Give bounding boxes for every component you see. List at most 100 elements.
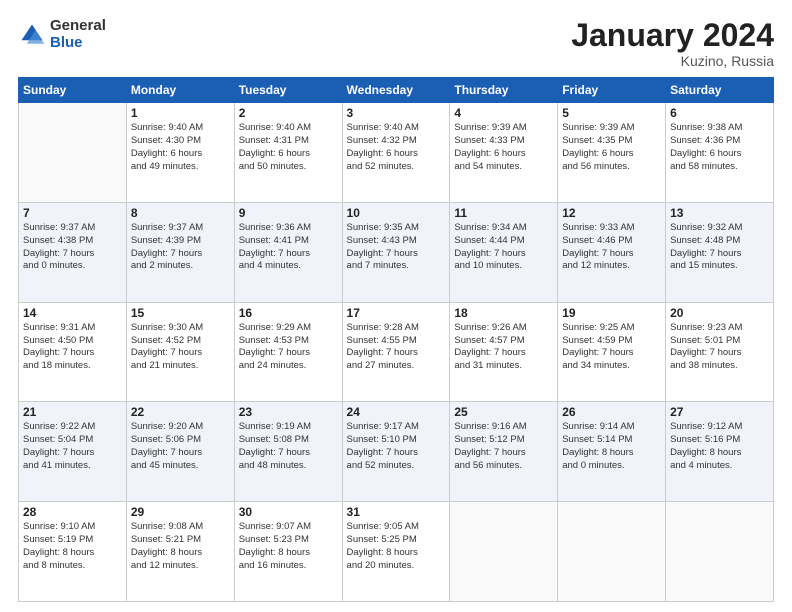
location: Kuzino, Russia (571, 53, 774, 69)
calendar-week-row: 7 Sunrise: 9:37 AM Sunset: 4:38 PM Daylig… (19, 202, 774, 302)
table-row (19, 103, 127, 203)
day-number: 24 (347, 405, 446, 419)
table-row: 19Sunrise: 9:25 AM Sunset: 4:59 PM Dayli… (558, 302, 666, 402)
table-row: 29Sunrise: 9:08 AM Sunset: 5:21 PM Dayli… (126, 502, 234, 602)
day-info: Sunrise: 9:39 AM Sunset: 4:35 PM Dayligh… (562, 122, 661, 173)
month-title: January 2024 (571, 18, 774, 53)
table-row: 10Sunrise: 9:35 AM Sunset: 4:43 PM Dayli… (342, 202, 450, 302)
day-number: 26 (562, 405, 661, 419)
table-row: 21 Sunrise: 9:22 AM Sunset: 5:04 PM Dayli… (19, 402, 127, 502)
table-row: 27 Sunrise: 9:12 AM Sunset: 5:16 PM Dayli… (666, 402, 774, 502)
day-info: Sunrise: 9:14 AM Sunset: 5:14 PM Dayligh… (562, 421, 661, 472)
table-row (666, 502, 774, 602)
table-row: 8Sunrise: 9:37 AM Sunset: 4:39 PM Daylig… (126, 202, 234, 302)
day-number: 30 (239, 505, 338, 519)
header-friday: Friday (558, 78, 666, 103)
day-info: Sunrise: 9:23 AM Sunset: 5:01 PM Dayligh… (670, 322, 769, 373)
day-info: Sunrise: 9:07 AM Sunset: 5:23 PM Dayligh… (239, 521, 338, 572)
day-number: 12 (562, 206, 661, 220)
header-monday: Monday (126, 78, 234, 103)
table-row: 17 Sunrise: 9:28 AM Sunset: 4:55 PM Dayli… (342, 302, 450, 402)
logo: General Blue (18, 18, 106, 51)
table-row: 15Sunrise: 9:30 AM Sunset: 4:52 PM Dayli… (126, 302, 234, 402)
day-info: Sunrise: 9:29 AM Sunset: 4:53 PM Dayligh… (239, 322, 338, 373)
day-info: Sunrise: 9:28 AM Sunset: 4:55 PM Dayligh… (347, 322, 446, 373)
day-number: 9 (239, 206, 338, 220)
day-number: 3 (347, 106, 446, 120)
day-info: Sunrise: 9:12 AM Sunset: 5:16 PM Dayligh… (670, 421, 769, 472)
day-info: Sunrise: 9:34 AM Sunset: 4:44 PM Dayligh… (454, 222, 553, 273)
table-row: 26 Sunrise: 9:14 AM Sunset: 5:14 PM Dayli… (558, 402, 666, 502)
weekday-header-row: Sunday Monday Tuesday Wednesday Thursday… (19, 78, 774, 103)
table-row: 2 Sunrise: 9:40 AM Sunset: 4:31 PM Daylig… (234, 103, 342, 203)
calendar-week-row: 14 Sunrise: 9:31 AM Sunset: 4:50 PM Dayli… (19, 302, 774, 402)
day-number: 1 (131, 106, 230, 120)
table-row: 5Sunrise: 9:39 AM Sunset: 4:35 PM Daylig… (558, 103, 666, 203)
day-number: 18 (454, 306, 553, 320)
table-row: 23Sunrise: 9:19 AM Sunset: 5:08 PM Dayli… (234, 402, 342, 502)
day-number: 4 (454, 106, 553, 120)
header-wednesday: Wednesday (342, 78, 450, 103)
day-info: Sunrise: 9:40 AM Sunset: 4:32 PM Dayligh… (347, 122, 446, 173)
day-number: 11 (454, 206, 553, 220)
table-row: 7 Sunrise: 9:37 AM Sunset: 4:38 PM Daylig… (19, 202, 127, 302)
day-number: 13 (670, 206, 769, 220)
day-info: Sunrise: 9:40 AM Sunset: 4:31 PM Dayligh… (239, 122, 338, 173)
title-block: January 2024 Kuzino, Russia (571, 18, 774, 69)
page: General Blue January 2024 Kuzino, Russia… (0, 0, 792, 612)
calendar: Sunday Monday Tuesday Wednesday Thursday… (18, 77, 774, 602)
day-info: Sunrise: 9:26 AM Sunset: 4:57 PM Dayligh… (454, 322, 553, 373)
day-info: Sunrise: 9:05 AM Sunset: 5:25 PM Dayligh… (347, 521, 446, 572)
table-row: 20 Sunrise: 9:23 AM Sunset: 5:01 PM Dayli… (666, 302, 774, 402)
table-row: 9 Sunrise: 9:36 AM Sunset: 4:41 PM Daylig… (234, 202, 342, 302)
day-number: 27 (670, 405, 769, 419)
table-row: 11 Sunrise: 9:34 AM Sunset: 4:44 PM Dayli… (450, 202, 558, 302)
calendar-week-row: 28 Sunrise: 9:10 AM Sunset: 5:19 PM Dayli… (19, 502, 774, 602)
day-info: Sunrise: 9:40 AM Sunset: 4:30 PM Dayligh… (131, 122, 230, 173)
day-number: 15 (131, 306, 230, 320)
day-number: 25 (454, 405, 553, 419)
day-number: 16 (239, 306, 338, 320)
calendar-week-row: 21 Sunrise: 9:22 AM Sunset: 5:04 PM Dayli… (19, 402, 774, 502)
table-row: 22Sunrise: 9:20 AM Sunset: 5:06 PM Dayli… (126, 402, 234, 502)
day-info: Sunrise: 9:32 AM Sunset: 4:48 PM Dayligh… (670, 222, 769, 273)
day-info: Sunrise: 9:33 AM Sunset: 4:46 PM Dayligh… (562, 222, 661, 273)
calendar-week-row: 1 Sunrise: 9:40 AM Sunset: 4:30 PM Daylig… (19, 103, 774, 203)
day-info: Sunrise: 9:37 AM Sunset: 4:39 PM Dayligh… (131, 222, 230, 273)
table-row: 16 Sunrise: 9:29 AM Sunset: 4:53 PM Dayli… (234, 302, 342, 402)
day-info: Sunrise: 9:37 AM Sunset: 4:38 PM Dayligh… (23, 222, 122, 273)
day-info: Sunrise: 9:36 AM Sunset: 4:41 PM Dayligh… (239, 222, 338, 273)
day-number: 31 (347, 505, 446, 519)
day-info: Sunrise: 9:22 AM Sunset: 5:04 PM Dayligh… (23, 421, 122, 472)
table-row: 4 Sunrise: 9:39 AM Sunset: 4:33 PM Daylig… (450, 103, 558, 203)
day-number: 17 (347, 306, 446, 320)
day-info: Sunrise: 9:31 AM Sunset: 4:50 PM Dayligh… (23, 322, 122, 373)
header-sunday: Sunday (19, 78, 127, 103)
day-info: Sunrise: 9:10 AM Sunset: 5:19 PM Dayligh… (23, 521, 122, 572)
day-info: Sunrise: 9:35 AM Sunset: 4:43 PM Dayligh… (347, 222, 446, 273)
table-row: 1 Sunrise: 9:40 AM Sunset: 4:30 PM Daylig… (126, 103, 234, 203)
table-row: 25 Sunrise: 9:16 AM Sunset: 5:12 PM Dayli… (450, 402, 558, 502)
day-info: Sunrise: 9:39 AM Sunset: 4:33 PM Dayligh… (454, 122, 553, 173)
day-info: Sunrise: 9:38 AM Sunset: 4:36 PM Dayligh… (670, 122, 769, 173)
day-number: 23 (239, 405, 338, 419)
table-row: 13 Sunrise: 9:32 AM Sunset: 4:48 PM Dayli… (666, 202, 774, 302)
table-row: 12 Sunrise: 9:33 AM Sunset: 4:46 PM Dayli… (558, 202, 666, 302)
day-number: 7 (23, 206, 122, 220)
header-saturday: Saturday (666, 78, 774, 103)
day-number: 6 (670, 106, 769, 120)
logo-icon (18, 21, 46, 49)
day-number: 21 (23, 405, 122, 419)
table-row: 18 Sunrise: 9:26 AM Sunset: 4:57 PM Dayli… (450, 302, 558, 402)
logo-text: General Blue (50, 18, 106, 51)
table-row: 14 Sunrise: 9:31 AM Sunset: 4:50 PM Dayli… (19, 302, 127, 402)
table-row: 6 Sunrise: 9:38 AM Sunset: 4:36 PM Daylig… (666, 103, 774, 203)
table-row: 3 Sunrise: 9:40 AM Sunset: 4:32 PM Daylig… (342, 103, 450, 203)
header-tuesday: Tuesday (234, 78, 342, 103)
day-info: Sunrise: 9:16 AM Sunset: 5:12 PM Dayligh… (454, 421, 553, 472)
day-number: 28 (23, 505, 122, 519)
day-info: Sunrise: 9:25 AM Sunset: 4:59 PM Dayligh… (562, 322, 661, 373)
day-number: 14 (23, 306, 122, 320)
day-number: 20 (670, 306, 769, 320)
day-number: 2 (239, 106, 338, 120)
